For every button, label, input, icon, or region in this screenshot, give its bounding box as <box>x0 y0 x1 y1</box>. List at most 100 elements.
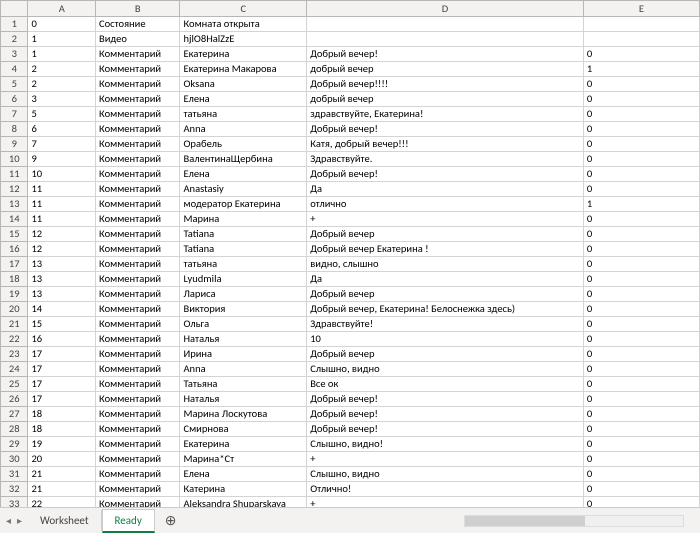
cell[interactable]: 14 <box>28 302 96 317</box>
cell[interactable]: Комментарий <box>96 452 180 467</box>
row-header[interactable]: 33 <box>1 497 28 508</box>
cell[interactable]: Екатерина Макарова <box>180 62 307 77</box>
cell[interactable]: 1 <box>28 47 96 62</box>
cell[interactable]: 0 <box>583 212 699 227</box>
cell[interactable]: Отлично! <box>307 482 584 497</box>
cell[interactable]: 9 <box>28 152 96 167</box>
row-header[interactable]: 2 <box>1 32 28 47</box>
cell[interactable]: Добрый вечер Екатерина ! <box>307 242 584 257</box>
cell[interactable]: 6 <box>28 122 96 137</box>
cell[interactable]: 15 <box>28 317 96 332</box>
cell[interactable]: 0 <box>583 47 699 62</box>
row-header[interactable]: 29 <box>1 437 28 452</box>
cell[interactable]: Комментарий <box>96 197 180 212</box>
cell[interactable]: 0 <box>583 452 699 467</box>
cell[interactable]: Катерина <box>180 482 307 497</box>
cell[interactable]: Видео <box>96 32 180 47</box>
cell[interactable]: Комментарий <box>96 137 180 152</box>
row-header[interactable]: 21 <box>1 317 28 332</box>
cell[interactable]: татьяна <box>180 257 307 272</box>
row-header[interactable]: 3 <box>1 47 28 62</box>
cell[interactable]: Слышно, видно <box>307 362 584 377</box>
cell[interactable]: Добрый вечер <box>307 227 584 242</box>
row-header[interactable]: 6 <box>1 92 28 107</box>
cell[interactable]: ВалентинаЩербина <box>180 152 307 167</box>
cell[interactable]: Добрый вечер! <box>307 422 584 437</box>
cell[interactable]: 0 <box>583 107 699 122</box>
cell[interactable]: 0 <box>583 122 699 137</box>
cell[interactable]: 7 <box>28 137 96 152</box>
row-header[interactable]: 17 <box>1 257 28 272</box>
cell[interactable]: 0 <box>583 347 699 362</box>
cell[interactable]: Комната открыта <box>180 17 307 32</box>
cell[interactable]: Ирина <box>180 347 307 362</box>
cell[interactable]: Anna <box>180 362 307 377</box>
cell[interactable]: добрый вечер <box>307 62 584 77</box>
cell[interactable]: Наталья <box>180 332 307 347</box>
cell[interactable]: Tatiana <box>180 242 307 257</box>
cell[interactable]: Слышно, видно <box>307 467 584 482</box>
cell[interactable]: 0 <box>583 407 699 422</box>
row-header[interactable]: 13 <box>1 197 28 212</box>
cell[interactable]: Комментарий <box>96 437 180 452</box>
cell[interactable]: Комментарий <box>96 62 180 77</box>
cell[interactable]: Anastasiy <box>180 182 307 197</box>
row-header[interactable]: 22 <box>1 332 28 347</box>
tab-ready[interactable]: Ready <box>102 509 155 533</box>
cell[interactable]: Комментарий <box>96 407 180 422</box>
cell[interactable]: Oksana <box>180 77 307 92</box>
cell[interactable]: 0 <box>583 362 699 377</box>
cell[interactable]: Комментарий <box>96 287 180 302</box>
row-header[interactable]: 30 <box>1 452 28 467</box>
cell[interactable]: 21 <box>28 482 96 497</box>
cell[interactable]: 17 <box>28 392 96 407</box>
cell[interactable]: + <box>307 212 584 227</box>
cell[interactable]: Состояние <box>96 17 180 32</box>
row-header[interactable]: 32 <box>1 482 28 497</box>
cell[interactable]: 11 <box>28 212 96 227</box>
cell[interactable]: 5 <box>28 107 96 122</box>
row-header[interactable]: 16 <box>1 242 28 257</box>
cell[interactable]: 11 <box>28 197 96 212</box>
row-header[interactable]: 28 <box>1 422 28 437</box>
cell[interactable]: 18 <box>28 407 96 422</box>
cell[interactable]: Комментарий <box>96 317 180 332</box>
cell[interactable]: Комментарий <box>96 392 180 407</box>
row-header[interactable]: 14 <box>1 212 28 227</box>
cell[interactable]: 0 <box>583 302 699 317</box>
cell[interactable]: Наталья <box>180 392 307 407</box>
cell[interactable]: 0 <box>28 17 96 32</box>
cell[interactable]: Лариса <box>180 287 307 302</box>
cell[interactable]: Комментарий <box>96 362 180 377</box>
tab-next-icon[interactable]: ▸ <box>15 514 24 527</box>
cell[interactable]: добрый вечер <box>307 92 584 107</box>
row-header[interactable]: 27 <box>1 407 28 422</box>
cell[interactable]: 0 <box>583 272 699 287</box>
cell[interactable]: 2 <box>28 77 96 92</box>
cell[interactable]: 0 <box>583 182 699 197</box>
cell[interactable]: Добрый вечер! <box>307 167 584 182</box>
cell[interactable]: Комментарий <box>96 482 180 497</box>
tab-worksheet[interactable]: Worksheet <box>28 510 102 531</box>
cell[interactable]: Добрый вечер <box>307 347 584 362</box>
row-header[interactable]: 15 <box>1 227 28 242</box>
col-header-B[interactable]: B <box>96 1 180 17</box>
cell[interactable]: Комментарий <box>96 107 180 122</box>
cell[interactable]: 1 <box>583 197 699 212</box>
cell[interactable]: Татьяна <box>180 377 307 392</box>
cell[interactable]: 0 <box>583 377 699 392</box>
cell[interactable]: Виктория <box>180 302 307 317</box>
cell[interactable]: Екатерина <box>180 437 307 452</box>
row-header[interactable]: 8 <box>1 122 28 137</box>
cell[interactable]: 0 <box>583 92 699 107</box>
cell[interactable]: Комментарий <box>96 182 180 197</box>
cell[interactable]: Елена <box>180 467 307 482</box>
cell[interactable]: Ольга <box>180 317 307 332</box>
row-header[interactable]: 25 <box>1 377 28 392</box>
cell[interactable]: Комментарий <box>96 242 180 257</box>
cell[interactable]: Здравствуйте! <box>307 317 584 332</box>
cell[interactable]: Все ок <box>307 377 584 392</box>
cell[interactable]: Lyudmila <box>180 272 307 287</box>
cell[interactable]: 0 <box>583 242 699 257</box>
cell[interactable]: Добрый вечер!!!! <box>307 77 584 92</box>
